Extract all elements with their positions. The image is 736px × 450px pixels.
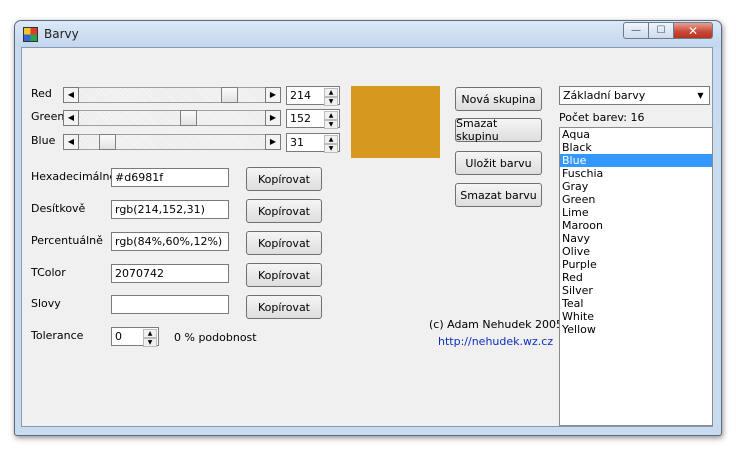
tolerance-label: Tolerance xyxy=(31,329,84,342)
list-item[interactable]: Aqua xyxy=(560,128,712,141)
client-area: Red ◀ ▶ 214 ▲ ▼ Green ◀ ▶ 152 ▲ ▼ Blue ◀ ▶ 31 ▲ ▼ Hexadec… xyxy=(21,47,713,427)
arrow-right-icon[interactable]: ▶ xyxy=(265,110,281,126)
list-item[interactable]: Blue xyxy=(560,154,712,167)
minimize-button[interactable]: — xyxy=(623,22,649,39)
chevron-down-icon[interactable]: ▼ xyxy=(693,88,708,103)
app-icon xyxy=(23,27,38,42)
list-item[interactable]: Black xyxy=(560,141,712,154)
app-window: Barvy — ☐ ✕ Red ◀ ▶ 214 ▲ ▼ Green ◀ ▶ 152 ▲ ▼ Blue ◀ ▶… xyxy=(14,20,722,436)
stepper-down-icon[interactable]: ▼ xyxy=(143,338,157,347)
stepper-up-icon[interactable]: ▲ xyxy=(143,329,157,338)
list-item[interactable]: Silver xyxy=(560,284,712,297)
title-bar[interactable]: Barvy — ☐ ✕ xyxy=(15,21,721,47)
copy-dec-button[interactable]: Kopírovat xyxy=(246,199,322,223)
slider-thumb[interactable] xyxy=(221,87,238,103)
blue-value: 31 xyxy=(290,136,304,149)
delete-group-button[interactable]: Smazat skupinu xyxy=(455,117,542,143)
list-item[interactable]: Teal xyxy=(560,297,712,310)
stepper-down-icon[interactable]: ▼ xyxy=(324,120,338,129)
copy-tcolor-button[interactable]: Kopírovat xyxy=(246,263,322,287)
stepper-up-icon[interactable]: ▲ xyxy=(324,111,338,120)
pct-field[interactable]: rgb(84%,60%,12%) xyxy=(111,232,229,251)
slider-label-blue: Blue xyxy=(31,134,56,147)
credit-text: (c) Adam Nehudek 2005 xyxy=(429,318,563,331)
window-title: Barvy xyxy=(44,27,79,41)
slider-red[interactable]: ◀ ▶ xyxy=(63,87,281,103)
slider-thumb[interactable] xyxy=(99,134,116,150)
words-label: Slovy xyxy=(31,297,61,310)
stepper-down-icon[interactable]: ▼ xyxy=(324,97,338,106)
slider-label-green: Green xyxy=(31,110,65,123)
list-item[interactable]: Maroon xyxy=(560,219,712,232)
blue-stepper[interactable]: 31 ▲ ▼ xyxy=(286,133,340,153)
words-field[interactable] xyxy=(111,295,229,314)
color-list[interactable]: Aqua Black Blue Fuschia Gray Green Lime Maroon N… xyxy=(559,127,713,426)
red-stepper[interactable]: 214 ▲ ▼ xyxy=(286,86,340,106)
color-preview xyxy=(351,86,440,158)
delete-color-button[interactable]: Smazat barvu xyxy=(455,183,542,207)
green-stepper[interactable]: 152 ▲ ▼ xyxy=(286,109,340,129)
tcolor-label: TColor xyxy=(31,266,66,279)
hex-field[interactable]: #d6981f xyxy=(111,168,229,187)
list-item[interactable]: Fuschia xyxy=(560,167,712,180)
list-item[interactable]: Red xyxy=(560,271,712,284)
list-item[interactable]: Gray xyxy=(560,180,712,193)
hex-label: Hexadecimálně xyxy=(31,170,117,183)
stepper-up-icon[interactable]: ▲ xyxy=(324,88,338,97)
dec-field[interactable]: rgb(214,152,31) xyxy=(111,200,229,219)
tcolor-field[interactable]: 2070742 xyxy=(111,264,229,283)
list-item[interactable]: Lime xyxy=(560,206,712,219)
arrow-left-icon[interactable]: ◀ xyxy=(63,110,79,126)
list-item[interactable]: White xyxy=(560,310,712,323)
save-color-button[interactable]: Uložit barvu xyxy=(455,151,542,175)
slider-blue[interactable]: ◀ ▶ xyxy=(63,134,281,150)
arrow-right-icon[interactable]: ▶ xyxy=(265,87,281,103)
dec-label: Desítkově xyxy=(31,202,86,215)
arrow-left-icon[interactable]: ◀ xyxy=(63,134,79,150)
group-select[interactable]: Základní barvy ▼ xyxy=(559,86,710,105)
copy-hex-button[interactable]: Kopírovat xyxy=(246,167,322,191)
list-item[interactable]: Navy xyxy=(560,232,712,245)
stepper-up-icon[interactable]: ▲ xyxy=(324,135,338,144)
group-select-value: Základní barvy xyxy=(563,89,646,102)
maximize-button[interactable]: ☐ xyxy=(648,22,674,39)
tolerance-stepper[interactable]: 0 ▲ ▼ xyxy=(111,327,159,347)
website-link[interactable]: http://nehudek.wz.cz xyxy=(438,335,553,348)
copy-words-button[interactable]: Kopírovat xyxy=(246,295,322,319)
tolerance-value: 0 xyxy=(115,330,122,343)
stepper-down-icon[interactable]: ▼ xyxy=(324,144,338,153)
pct-label: Percentuálně xyxy=(31,234,103,247)
list-item[interactable]: Yellow xyxy=(560,323,712,336)
list-item[interactable]: Purple xyxy=(560,258,712,271)
color-count: Počet barev: 16 xyxy=(559,111,645,124)
arrow-right-icon[interactable]: ▶ xyxy=(265,134,281,150)
green-value: 152 xyxy=(290,112,311,125)
arrow-left-icon[interactable]: ◀ xyxy=(63,87,79,103)
list-item[interactable]: Green xyxy=(560,193,712,206)
red-value: 214 xyxy=(290,89,311,102)
list-item[interactable]: Olive xyxy=(560,245,712,258)
similarity-text: 0 % podobnost xyxy=(174,331,257,344)
slider-green[interactable]: ◀ ▶ xyxy=(63,110,281,126)
new-group-button[interactable]: Nová skupina xyxy=(455,87,542,111)
close-button[interactable]: ✕ xyxy=(673,22,713,39)
slider-label-red: Red xyxy=(31,87,52,100)
slider-thumb[interactable] xyxy=(180,110,197,126)
copy-pct-button[interactable]: Kopírovat xyxy=(246,231,322,255)
